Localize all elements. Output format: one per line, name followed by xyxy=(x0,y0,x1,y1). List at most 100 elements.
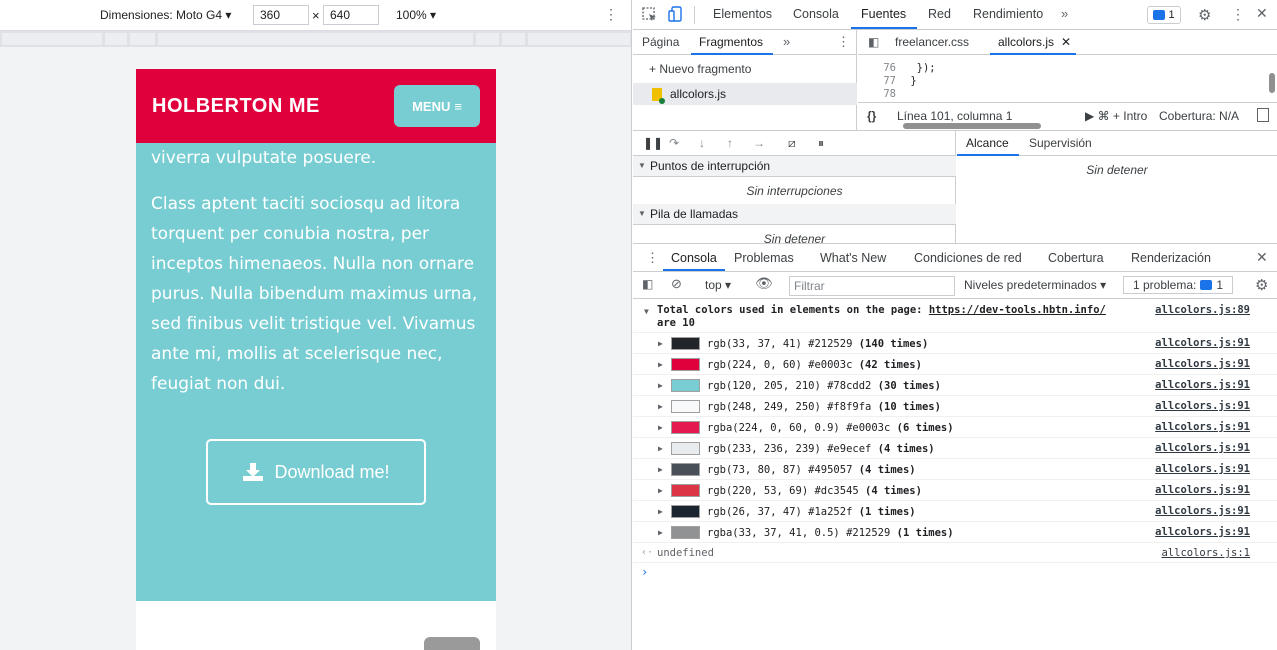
pretty-print-button[interactable]: {} xyxy=(867,109,876,123)
tab-freelancer-css[interactable]: freelancer.css xyxy=(895,35,969,49)
device-toggle-icon[interactable] xyxy=(668,6,684,26)
source-link[interactable]: allcolors.js:91 xyxy=(1155,505,1250,517)
expand-arrow-icon[interactable]: ▶ xyxy=(658,423,663,432)
tab-allcolors-js[interactable]: allcolors.js xyxy=(998,35,1054,49)
context-select[interactable]: top ▾ xyxy=(705,278,731,292)
expand-arrow-icon[interactable]: ▶ xyxy=(658,486,663,495)
new-snippet-button[interactable]: + Nuevo fragmento xyxy=(649,62,751,76)
expand-arrow-icon[interactable]: ▶ xyxy=(658,360,663,369)
toggle-navigator-icon[interactable]: ◧ xyxy=(868,35,879,49)
expand-arrow-icon[interactable]: ▶ xyxy=(658,465,663,474)
color-row[interactable]: ▶ rgb(220, 53, 69) #dc3545 (4 times) allco… xyxy=(633,480,1277,501)
source-link[interactable]: allcolors.js:91 xyxy=(1155,442,1250,454)
tab-supervision[interactable]: Supervisión xyxy=(1029,136,1092,150)
source-link[interactable]: allcolors.js:91 xyxy=(1155,463,1250,475)
expand-arrow-icon[interactable]: ▶ xyxy=(658,381,663,390)
gear-icon[interactable]: ⚙ xyxy=(1255,276,1268,294)
zoom-select[interactable]: 100% ▾ xyxy=(396,8,436,22)
more-options-icon[interactable]: ⋮ xyxy=(646,250,659,266)
step-icon[interactable]: → xyxy=(753,136,765,150)
expand-arrow-icon[interactable]: ▶ xyxy=(658,528,663,537)
menu-button[interactable]: MENU ≡ xyxy=(394,85,480,127)
sidebar-toggle-icon[interactable]: ◧ xyxy=(642,277,653,291)
more-options-icon[interactable]: ⋮ xyxy=(604,7,618,21)
more-options-icon[interactable]: ⋮ xyxy=(1231,6,1245,23)
source-link[interactable]: allcolors.js:91 xyxy=(1155,526,1250,538)
device-dimensions-select[interactable]: Dimensiones: Moto G4 ▾ xyxy=(100,8,231,22)
code-editor[interactable]: 76 }); 77 } 78 xyxy=(858,56,1277,102)
color-row[interactable]: ▶ rgb(26, 37, 47) #1a252f (1 times) allcol… xyxy=(633,501,1277,522)
color-row[interactable]: ▶ rgba(33, 37, 41, 0.5) #212529 (1 times)… xyxy=(633,522,1277,543)
site-brand[interactable]: HOLBERTON ME xyxy=(152,95,320,118)
issues-badge[interactable]: 1 xyxy=(1147,6,1181,24)
drawer-tab-cobertura[interactable]: Cobertura xyxy=(1048,251,1104,265)
expand-arrow-icon[interactable]: ▼ xyxy=(644,307,649,316)
source-link[interactable]: allcolors.js:91 xyxy=(1155,400,1250,412)
drawer-tab-renderizacion[interactable]: Renderización xyxy=(1131,251,1211,265)
clear-console-icon[interactable]: ⊘ xyxy=(671,276,682,292)
tab-red[interactable]: Red xyxy=(928,7,951,21)
download-button[interactable]: Download me! xyxy=(206,439,426,505)
source-link[interactable]: allcolors.js:91 xyxy=(1155,421,1250,433)
prompt-icon[interactable]: › xyxy=(641,565,648,579)
toggle-debugger-icon[interactable] xyxy=(1257,108,1269,122)
color-row[interactable]: ▶ rgba(224, 0, 60, 0.9) #e0003c (6 times)… xyxy=(633,417,1277,438)
filter-input[interactable]: Filtrar xyxy=(789,276,955,296)
device-height-input[interactable]: 640 xyxy=(323,5,379,25)
expand-arrow-icon[interactable]: ▶ xyxy=(658,507,663,516)
step-into-icon[interactable]: ↓ xyxy=(699,136,705,150)
expand-arrow-icon[interactable]: ▶ xyxy=(658,402,663,411)
run-snippet-button[interactable]: ▶ ⌘ + Intro xyxy=(1085,109,1147,123)
tab-elementos[interactable]: Elementos xyxy=(713,7,772,21)
pause-on-exceptions-icon[interactable]: ⏸ xyxy=(818,136,824,151)
breakpoints-section-header[interactable]: Puntos de interrupción xyxy=(633,156,956,177)
more-tabs-icon[interactable]: » xyxy=(783,34,790,49)
color-row[interactable]: ▶ rgb(248, 249, 250) #f8f9fa (10 times) al… xyxy=(633,396,1277,417)
tab-fuentes[interactable]: Fuentes xyxy=(861,7,906,21)
drawer-tab-problemas[interactable]: Problemas xyxy=(734,251,794,265)
drawer-tab-consola[interactable]: Consola xyxy=(671,251,717,265)
deactivate-breakpoints-icon[interactable]: ⧄ xyxy=(788,136,796,151)
step-over-icon[interactable]: ↷ xyxy=(669,136,679,150)
color-row[interactable]: ▶ rgb(120, 205, 210) #78cdd2 (30 times) al… xyxy=(633,375,1277,396)
color-row[interactable]: ▶ rgb(224, 0, 60) #e0003c (42 times) allco… xyxy=(633,354,1277,375)
code-line: } xyxy=(904,75,917,87)
vertical-scrollbar[interactable] xyxy=(1269,73,1275,93)
problems-button[interactable]: 1 problema: 1 xyxy=(1123,276,1233,294)
tab-fragmentos[interactable]: Fragmentos xyxy=(699,35,763,49)
color-row[interactable]: ▶ rgb(33, 37, 41) #212529 (140 times) allc… xyxy=(633,333,1277,354)
close-tab-icon[interactable]: ✕ xyxy=(1061,35,1071,49)
snippet-item[interactable]: allcolors.js xyxy=(633,83,857,105)
more-tabs-icon[interactable]: » xyxy=(1061,6,1068,21)
more-options-icon[interactable]: ⋮ xyxy=(837,34,850,50)
source-link[interactable]: allcolors.js:89 xyxy=(1155,304,1250,316)
drawer-tab-condiciones-de-red[interactable]: Condiciones de red xyxy=(914,251,1022,265)
levels-select[interactable]: Niveles predeterminados ▾ xyxy=(964,278,1106,292)
device-width-input[interactable]: 360 xyxy=(253,5,309,25)
callstack-section-header[interactable]: Pila de llamadas xyxy=(633,204,956,225)
tab-alcance[interactable]: Alcance xyxy=(966,136,1009,150)
pause-icon[interactable]: ❚❚ xyxy=(643,136,663,150)
step-out-icon[interactable]: ↑ xyxy=(727,136,733,150)
source-link[interactable]: allcolors.js:1 xyxy=(1161,547,1250,559)
tab-pagina[interactable]: Página xyxy=(642,35,679,49)
expand-arrow-icon[interactable]: ▶ xyxy=(658,444,663,453)
source-link[interactable]: allcolors.js:91 xyxy=(1155,484,1250,496)
close-icon[interactable]: ✕ xyxy=(1256,5,1268,22)
media-query-ruler[interactable] xyxy=(0,31,631,47)
tab-consola[interactable]: Consola xyxy=(793,7,839,21)
scroll-top-button[interactable] xyxy=(424,637,480,650)
source-link[interactable]: allcolors.js:91 xyxy=(1155,337,1250,349)
log-header-link[interactable]: https://dev-tools.hbtn.info/ xyxy=(929,304,1106,316)
source-link[interactable]: allcolors.js:91 xyxy=(1155,358,1250,370)
gear-icon[interactable]: ⚙ xyxy=(1198,6,1211,24)
color-row[interactable]: ▶ rgb(233, 236, 239) #e9ecef (4 times) all… xyxy=(633,438,1277,459)
expand-arrow-icon[interactable]: ▶ xyxy=(658,339,663,348)
inspect-icon[interactable] xyxy=(642,7,658,26)
drawer-tab-whats-new[interactable]: What's New xyxy=(820,251,886,265)
tab-rendimiento[interactable]: Rendimiento xyxy=(973,7,1043,21)
source-link[interactable]: allcolors.js:91 xyxy=(1155,379,1250,391)
close-icon[interactable]: ✕ xyxy=(1256,249,1268,266)
eye-icon[interactable]: 👁 xyxy=(755,275,773,292)
color-row[interactable]: ▶ rgb(73, 80, 87) #495057 (4 times) allcol… xyxy=(633,459,1277,480)
